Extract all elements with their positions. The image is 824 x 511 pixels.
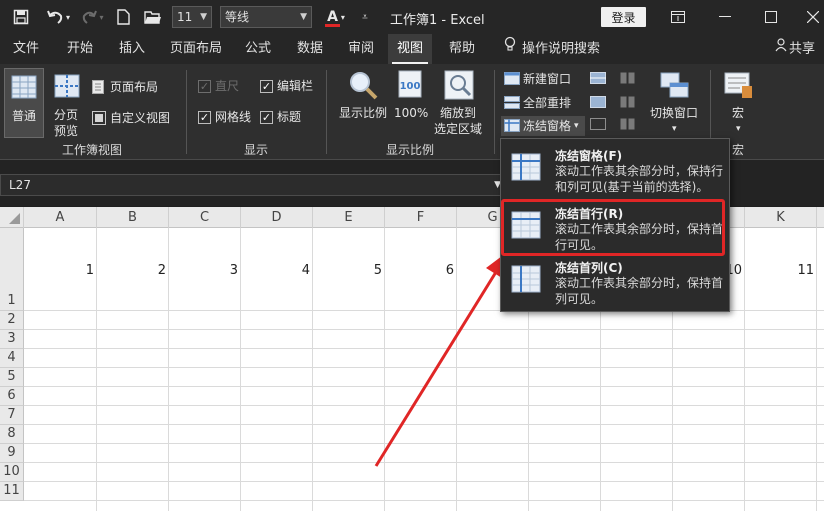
freeze-first-column-option[interactable]: 冻结首列(C) 滚动工作表其余部分时，保持首列可见。 — [501, 255, 729, 313]
freeze-first-column-icon — [511, 265, 541, 293]
freeze-panes-option-icon — [511, 153, 541, 181]
freeze-first-column-desc: 滚动工作表其余部分时，保持首列可见。 — [555, 276, 724, 306]
freeze-top-row-option[interactable]: 冻结首行(R) 滚动工作表其余部分时，保持首行可见。 — [501, 201, 729, 259]
freeze-panes-menu: 冻结窗格(F) 滚动工作表其余部分时，保持行和列可见(基于当前的选择)。 冻结首… — [500, 138, 730, 312]
freeze-first-column-title: 冻结首列(C) — [555, 261, 623, 275]
freeze-panes-option-desc: 滚动工作表其余部分时，保持行和列可见(基于当前的选择)。 — [555, 164, 724, 194]
freeze-top-row-desc: 滚动工作表其余部分时，保持首行可见。 — [555, 222, 724, 252]
freeze-top-row-title: 冻结首行(R) — [555, 207, 624, 221]
freeze-panes-option[interactable]: 冻结窗格(F) 滚动工作表其余部分时，保持行和列可见(基于当前的选择)。 — [501, 143, 729, 201]
freeze-top-row-icon — [511, 211, 541, 239]
freeze-panes-option-title: 冻结窗格(F) — [555, 149, 623, 163]
